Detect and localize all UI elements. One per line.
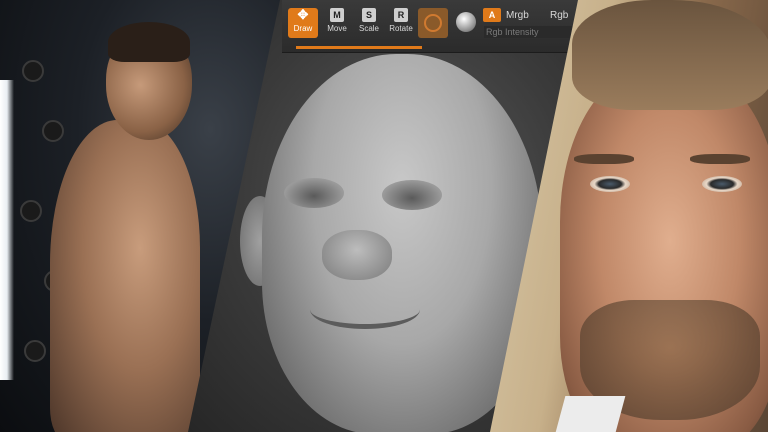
move-tool-button[interactable]: M Move (322, 8, 352, 38)
rotate-icon: R (394, 8, 408, 22)
model-hair (108, 22, 190, 62)
crosshair-move-icon: ✥ (297, 7, 309, 22)
rotate-tool-label: Rotate (389, 24, 413, 33)
render-hair (572, 0, 768, 110)
sculpt-head (262, 54, 542, 432)
scale-tool-label: Scale (358, 24, 379, 33)
sculpt-nose (322, 230, 392, 280)
camera-rig-icon (22, 60, 44, 82)
render-eye-right (702, 176, 742, 192)
render-eye-left (590, 176, 630, 192)
scale-tool-button[interactable]: S Scale (354, 8, 384, 38)
render-brow-left (574, 154, 634, 164)
material-swatch-icon[interactable] (418, 8, 448, 38)
rgb-toggle-button[interactable]: A (483, 8, 501, 22)
sculpt-eye-right (382, 180, 442, 210)
model-torso (50, 120, 200, 432)
move-icon: M (330, 8, 344, 22)
tool-group-underline (296, 46, 422, 49)
rgb-intensity-slider[interactable]: Rgb Intensity (484, 26, 576, 38)
camera-rig-icon (24, 340, 46, 362)
thumbnail-stage: ✥ Draw M Move S Scale R Rotate A Mrgb Rg… (0, 0, 768, 432)
mrgb-button[interactable]: Mrgb (506, 10, 529, 21)
sculpt-mouth (310, 290, 420, 329)
studio-light (0, 80, 14, 380)
move-tool-label: Move (327, 24, 347, 33)
render-shirt-collar (554, 396, 626, 432)
camera-rig-icon (42, 120, 64, 142)
sculpt-eye-left (284, 178, 344, 208)
scale-icon: S (362, 8, 376, 22)
render-brow-right (690, 154, 750, 164)
rotate-tool-button[interactable]: R Rotate (386, 8, 416, 38)
draw-tool-label: Draw (293, 24, 313, 33)
draw-tool-button[interactable]: ✥ Draw (288, 8, 318, 38)
sphere-icon[interactable] (456, 12, 476, 32)
camera-rig-icon (20, 200, 42, 222)
rgb-button[interactable]: Rgb (550, 10, 568, 21)
